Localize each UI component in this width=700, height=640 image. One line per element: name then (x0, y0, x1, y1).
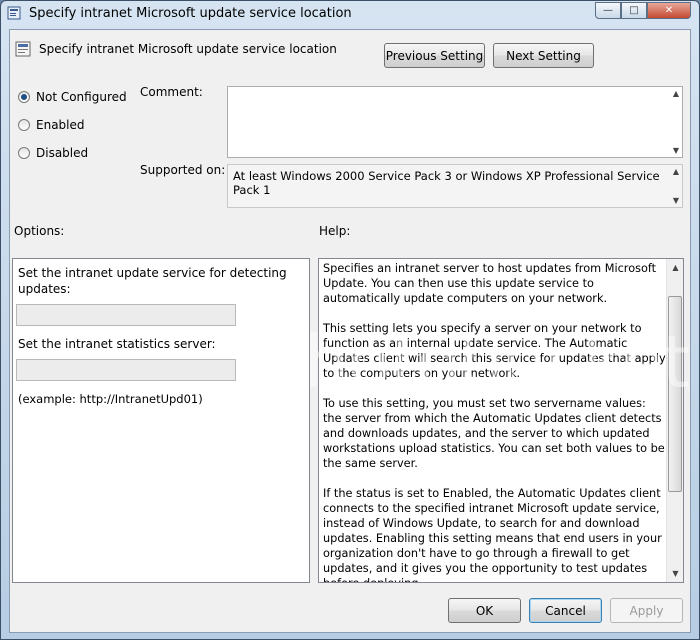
minimize-button[interactable]: — (595, 2, 621, 19)
detect-server-label: Set the intranet update service for dete… (18, 266, 287, 296)
radio-enabled[interactable]: Enabled (18, 118, 85, 132)
title-bar[interactable]: Specify intranet Microsoft update servic… (1, 1, 699, 27)
help-heading: Help: (319, 224, 351, 238)
scroll-up-icon[interactable]: ▲ (673, 167, 679, 176)
close-icon: ✕ (664, 5, 674, 16)
radio-label: Enabled (36, 118, 85, 132)
options-panel: Set the intranet update service for dete… (12, 258, 310, 583)
help-scrollbar[interactable]: ▲ ▼ (666, 259, 683, 582)
radio-disabled[interactable]: Disabled (18, 146, 88, 160)
radio-label: Not Configured (36, 90, 127, 104)
apply-button[interactable]: Apply (610, 598, 683, 623)
comment-textarea[interactable]: ▲ ▼ (227, 86, 683, 158)
previous-setting-button[interactable]: Previous Setting (384, 43, 485, 68)
scroll-up-icon[interactable]: ▲ (667, 259, 683, 276)
help-paragraph: If the status is set to Enabled, the Aut… (323, 487, 662, 582)
dialog-window: Specify intranet Microsoft update servic… (0, 0, 700, 640)
comment-label: Comment: (140, 85, 203, 99)
scroll-down-icon[interactable]: ▼ (673, 146, 679, 155)
maximize-icon: □ (629, 5, 639, 16)
radio-circle (18, 147, 30, 159)
radio-not-configured[interactable]: Not Configured (18, 90, 127, 104)
stats-server-input[interactable] (16, 359, 236, 381)
radio-dot (21, 94, 27, 100)
radio-circle (18, 91, 30, 103)
help-text: Specifies an intranet server to host upd… (323, 261, 667, 582)
stats-server-label: Set the intranet statistics server: (18, 337, 216, 351)
ok-button[interactable]: OK (448, 598, 521, 623)
scroll-up-icon[interactable]: ▲ (673, 89, 679, 98)
scroll-down-icon[interactable]: ▼ (673, 196, 679, 205)
next-setting-button[interactable]: Next Setting (493, 43, 594, 68)
cancel-button[interactable]: Cancel (529, 598, 602, 623)
radio-circle (18, 119, 30, 131)
help-panel: Specifies an intranet server to host upd… (318, 258, 684, 583)
radio-label: Disabled (36, 146, 89, 160)
options-heading: Options: (14, 224, 65, 238)
detect-server-input[interactable] (16, 304, 236, 326)
help-paragraph: Specifies an intranet server to host upd… (323, 262, 657, 305)
scroll-down-icon[interactable]: ▼ (667, 565, 683, 582)
supported-on-field: At least Windows 2000 Service Pack 3 or … (227, 164, 683, 208)
supported-on-value: At least Windows 2000 Service Pack 3 or … (233, 169, 660, 197)
window-title: Specify intranet Microsoft update servic… (29, 6, 352, 21)
setting-title: Specify intranet Microsoft update servic… (39, 42, 337, 56)
maximize-button[interactable]: □ (621, 2, 647, 19)
minimize-icon: — (603, 5, 613, 16)
policy-icon (7, 6, 21, 20)
supported-on-label: Supported on: (140, 163, 226, 177)
scroll-thumb[interactable] (668, 296, 682, 492)
setting-icon (15, 41, 31, 57)
example-text: (example: http://IntranetUpd01) (18, 392, 203, 406)
dialog-body: Specify intranet Microsoft update servic… (9, 29, 691, 633)
help-paragraph: To use this setting, you must set two se… (323, 397, 665, 470)
close-button[interactable]: ✕ (647, 2, 691, 19)
help-paragraph: This setting lets you specify a server o… (323, 322, 666, 380)
